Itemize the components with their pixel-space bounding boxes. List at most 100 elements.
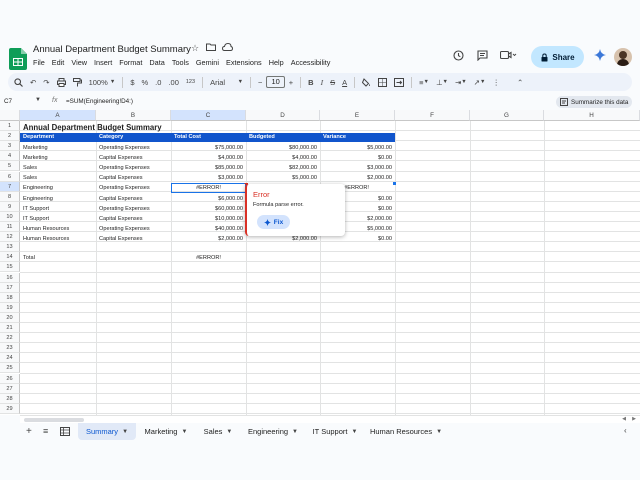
menu-accessibility[interactable]: Accessibility (291, 58, 331, 67)
cell-category[interactable]: Operating Expenses (96, 143, 171, 153)
cell-total-cost[interactable]: $6,000.00 (171, 194, 246, 204)
select-all-corner[interactable] (0, 110, 20, 121)
number-format-button[interactable]: 123 (186, 79, 195, 85)
menu-extensions[interactable]: Extensions (226, 58, 262, 67)
cell-category[interactable]: Capital Expenses (96, 214, 171, 224)
cell-category[interactable]: Capital Expenses (96, 194, 171, 204)
cell-total-cost[interactable]: $60,000.00 (171, 204, 246, 214)
header-total-cost[interactable]: Total Cost (171, 133, 246, 142)
row-header[interactable]: 2 (0, 131, 20, 142)
row-header[interactable]: 28 (0, 393, 20, 404)
menu-view[interactable]: View (71, 58, 87, 67)
currency-format-button[interactable]: $ (130, 78, 134, 87)
borders-icon[interactable] (378, 77, 388, 87)
cloud-status-icon[interactable] (221, 42, 234, 53)
fix-button[interactable]: Fix (257, 215, 290, 229)
print-icon[interactable] (56, 77, 66, 87)
more-options-icon[interactable]: ⋮ (492, 78, 500, 87)
header-category[interactable]: Category (96, 133, 171, 142)
spreadsheet-grid[interactable]: A B C D E F G H 1 2 3 4 5 6 7 8 9 10 11 12 13 14 15 16 1… (0, 110, 640, 415)
tab-it-support[interactable]: IT Support ▼ (306, 423, 364, 440)
header-variance[interactable]: Variance (320, 133, 395, 142)
cell-category[interactable]: Capital Expenses (96, 234, 171, 244)
tab-sales[interactable]: Sales ▼ (196, 423, 240, 440)
horizontal-scrollbar[interactable]: ◀ ▶ (20, 415, 640, 423)
row-header[interactable]: 20 (0, 312, 20, 323)
cell-department[interactable]: Sales (20, 163, 96, 173)
all-sheets-icon[interactable]: ≡ (43, 426, 48, 436)
text-rotate-icon[interactable]: ↗ ▼ (474, 78, 486, 87)
row-header[interactable]: 17 (0, 282, 20, 293)
cell-department[interactable]: Human Resources (20, 224, 96, 234)
scroll-right-icon[interactable]: ▶ (632, 416, 636, 422)
header-department[interactable]: Department (20, 133, 96, 142)
percent-format-button[interactable]: % (142, 78, 149, 87)
text-wrap-icon[interactable]: ⇥ ▼ (455, 78, 467, 87)
row-header[interactable]: 8 (0, 191, 20, 202)
cell-budgeted[interactable]: $5,000.00 (246, 173, 320, 183)
cell-variance[interactable]: $3,000.00 (320, 163, 395, 173)
bold-icon[interactable]: B (308, 78, 313, 87)
vertical-align-icon[interactable]: ⊥ ▼ (436, 78, 448, 87)
tab-marketing[interactable]: Marketing ▼ (138, 423, 194, 440)
header-budgeted[interactable]: Budgeted (246, 133, 320, 142)
row-header[interactable]: 10 (0, 211, 20, 222)
cell-department[interactable]: Marketing (20, 143, 96, 153)
column-header-c[interactable]: C (171, 110, 246, 121)
summarize-data-button[interactable]: Summarize this data (556, 96, 633, 108)
scroll-left-icon[interactable]: ◀ (622, 416, 626, 422)
fill-color-icon[interactable] (362, 77, 371, 87)
cell-department[interactable]: Sales (20, 173, 96, 183)
cell-variance[interactable]: $0.00 (320, 153, 395, 163)
row-header[interactable]: 5 (0, 161, 20, 172)
chevron-down-icon[interactable]: ▼ (35, 97, 41, 103)
row-header[interactable]: 21 (0, 323, 20, 334)
total-value-cell[interactable]: #ERROR! (171, 253, 246, 263)
cell-total-cost[interactable]: $40,000.00 (171, 224, 246, 234)
cell-category[interactable]: Capital Expenses (96, 153, 171, 163)
row-header[interactable]: 18 (0, 292, 20, 303)
cell-budgeted[interactable]: $80,000.00 (246, 143, 320, 153)
row-header[interactable]: 4 (0, 151, 20, 162)
row-header[interactable]: 24 (0, 353, 20, 364)
search-menus-icon[interactable] (14, 77, 23, 87)
merge-cells-icon[interactable] (394, 77, 405, 87)
row-header[interactable]: 25 (0, 363, 20, 374)
column-header-e[interactable]: E (320, 110, 395, 121)
account-avatar[interactable] (614, 48, 632, 66)
menu-format[interactable]: Format (119, 58, 142, 67)
row-header[interactable]: 26 (0, 373, 20, 384)
sheet-title-cell[interactable]: Annual Department Budget Summary (20, 122, 320, 132)
row-header[interactable]: 7 (0, 181, 20, 192)
menu-insert[interactable]: Insert (94, 58, 112, 67)
cell-budgeted[interactable]: $4,000.00 (246, 153, 320, 163)
tab-summary[interactable]: Summary ▼ (78, 423, 136, 440)
text-color-icon[interactable]: A (342, 78, 347, 87)
row-header[interactable]: 29 (0, 403, 20, 414)
selected-cell-c7[interactable] (171, 183, 246, 193)
row-header[interactable]: 16 (0, 272, 20, 283)
menu-file[interactable]: File (33, 58, 45, 67)
cell-category[interactable]: Operating Expenses (96, 183, 171, 193)
sheets-logo-icon[interactable] (9, 48, 27, 70)
horizontal-align-icon[interactable]: ≡ ▼ (419, 78, 429, 87)
scroll-tabs-left-icon[interactable]: ‹ (624, 426, 627, 435)
cell-category[interactable]: Operating Expenses (96, 163, 171, 173)
column-header-h[interactable]: H (544, 110, 640, 121)
add-sheet-icon[interactable]: + (26, 426, 32, 437)
menu-gemini[interactable]: Gemini (196, 58, 219, 67)
row-header[interactable]: 1 (0, 121, 20, 132)
tab-engineering[interactable]: Engineering ▼ (242, 423, 304, 440)
paint-format-icon[interactable] (72, 77, 82, 87)
cell-department[interactable]: Engineering (20, 183, 96, 193)
menu-edit[interactable]: Edit (52, 58, 65, 67)
sheet-sidebar-icon[interactable] (60, 427, 70, 438)
cell-department[interactable]: Marketing (20, 153, 96, 163)
row-header[interactable]: 22 (0, 333, 20, 344)
undo-icon[interactable]: ↶ (30, 78, 36, 87)
cell-total-cost[interactable]: $4,000.00 (171, 153, 246, 163)
font-size-increase-icon[interactable]: + (289, 78, 293, 87)
row-header[interactable]: 19 (0, 302, 20, 313)
cell-total-cost[interactable]: $10,000.00 (171, 214, 246, 224)
cell-variance[interactable]: $2,000.00 (320, 173, 395, 183)
